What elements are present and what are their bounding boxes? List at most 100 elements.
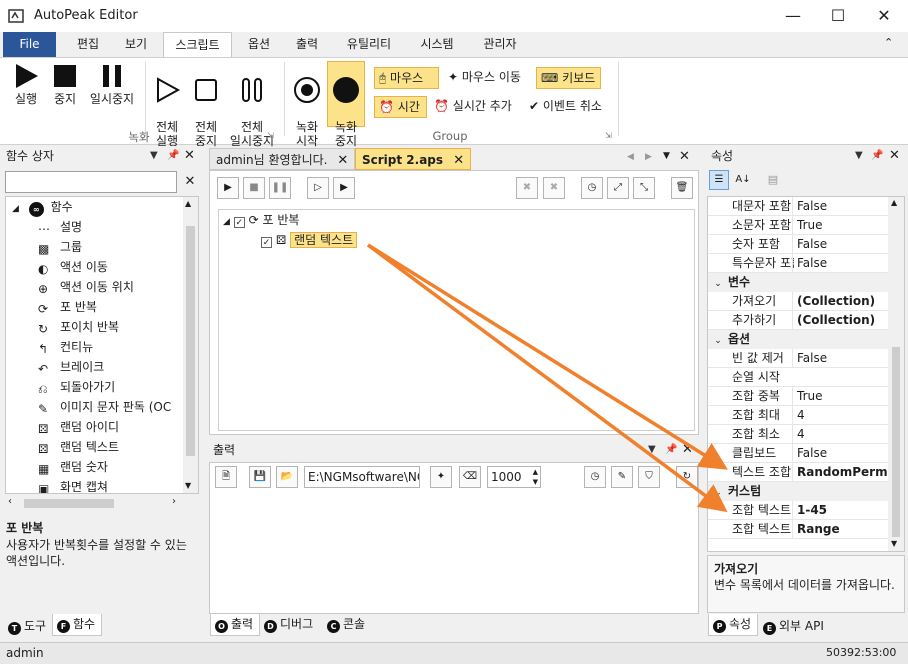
tab-list-icon[interactable]: ▼ (663, 151, 670, 161)
function-item[interactable]: ⚄ 랜덤 아이디 (6, 417, 198, 437)
editor-expand-button[interactable]: ⤢ (607, 177, 629, 199)
minimize-button[interactable]: — (770, 0, 816, 32)
output-refresh-button[interactable]: ↻ (676, 466, 698, 488)
tab-options[interactable]: 옵션 (237, 32, 281, 57)
editor-run-button[interactable]: ▶ (217, 177, 239, 199)
dropdown-icon[interactable]: ▼ (648, 440, 656, 460)
close-icon[interactable]: ✕ (682, 440, 693, 460)
property-value[interactable]: False (792, 235, 890, 254)
tab-edit[interactable]: 편집 (66, 32, 110, 57)
editor-timer-button[interactable]: ◷ (581, 177, 603, 199)
property-row[interactable]: 텍스트 조합RandomPermuta (708, 463, 904, 482)
tab-output-log[interactable]: O 출력 (210, 614, 261, 636)
close-icon[interactable]: ✕ (184, 146, 195, 166)
dropdown-icon[interactable]: ▼ (150, 146, 158, 166)
time-button[interactable]: ⏰ 시간 (374, 96, 427, 118)
function-item[interactable]: ▣ 화면 캡쳐 (6, 477, 198, 493)
close-doc-icon[interactable]: ✕ (679, 149, 690, 164)
scroll-up-icon[interactable]: ▲ (185, 199, 191, 208)
output-path-field[interactable]: E:\NGMsoftware\NG (304, 466, 420, 488)
checkbox-icon[interactable]: ✓ (233, 217, 245, 228)
output-clock-button[interactable]: ◷ (584, 466, 606, 488)
scroll-right-icon[interactable]: › (172, 496, 176, 507)
output-open-button[interactable]: 📂 (276, 466, 298, 488)
mouse-button[interactable]: 🖰 마우스 (374, 67, 439, 89)
property-pages-icon[interactable]: ▤ (763, 170, 783, 190)
tree-hscrollbar[interactable]: ‹ › (6, 496, 183, 511)
pin-icon[interactable]: 📌 (665, 440, 677, 460)
doc-tab-welcome[interactable]: admin님 환영합니다. ✕ (209, 148, 356, 170)
property-value[interactable]: False (792, 254, 890, 273)
stop-button[interactable]: 중지 (47, 62, 83, 106)
expand-icon[interactable]: ◢ (12, 204, 19, 214)
editor-run-from-button[interactable]: ▶ (333, 177, 355, 199)
category-variables[interactable]: ⌄ 변수 (708, 273, 904, 292)
function-item[interactable]: ⎌ 되돌아가기 (6, 377, 198, 397)
function-item[interactable]: ✎ 이미지 문자 판독 (OC (6, 397, 198, 417)
tab-output[interactable]: 출력 (285, 32, 329, 57)
tab-utility[interactable]: 유틸리티 (337, 32, 401, 57)
output-brush-button[interactable]: ✎ (611, 466, 633, 488)
tab-external-api[interactable]: E 외부 API (759, 616, 830, 638)
tree-vscrollbar[interactable]: ▲ ▼ (183, 197, 198, 493)
property-row[interactable]: 빈 값 제거 False (708, 349, 904, 368)
function-search-input[interactable] (5, 171, 177, 193)
property-value[interactable]: (Collection) (792, 292, 890, 311)
pin-icon[interactable]: 📌 (871, 146, 883, 166)
property-row[interactable]: 클립보드 False (708, 444, 904, 463)
tab-admin[interactable]: 관리자 (472, 32, 528, 57)
function-item[interactable]: ⊕ 액션 이동 위치 (6, 277, 198, 297)
property-row[interactable]: 조합 최대 4 (708, 406, 904, 425)
property-value[interactable]: 1-45 (792, 501, 890, 520)
function-item[interactable]: ↶ 브레이크 (6, 357, 198, 377)
mouse-move-button[interactable]: ✦ 마우스 이동 (444, 67, 525, 89)
tab-properties[interactable]: P 속성 (708, 614, 759, 636)
editor-collapse-button[interactable]: ⤡ (633, 177, 655, 199)
function-item[interactable]: ⚄ 랜덤 텍스트 (6, 437, 198, 457)
property-value[interactable]: 4 (792, 425, 890, 444)
category-options[interactable]: ⌄ 옵션 (708, 330, 904, 349)
function-item[interactable]: ◐ 액션 이동 (6, 257, 198, 277)
property-row[interactable]: 조합 최소 4 (708, 425, 904, 444)
tab-console[interactable]: C 콘솔 (323, 614, 371, 636)
function-item[interactable]: ⋯ 설명 (6, 217, 198, 237)
tab-script[interactable]: 스크립트 (163, 32, 232, 57)
output-count-stepper[interactable]: 1000 ▲ ▼ (487, 466, 541, 488)
property-vscrollbar[interactable]: ▲ ▼ (888, 197, 904, 551)
tab-file[interactable]: File (3, 32, 56, 57)
property-row[interactable]: 대문자 포함 False (708, 197, 904, 216)
editor-disable-all-button[interactable]: ✖ (543, 177, 565, 199)
property-row[interactable]: 숫자 포함 False (708, 235, 904, 254)
function-item[interactable]: ▦ 랜덤 숫자 (6, 457, 198, 477)
categorized-icon[interactable]: ☰ (709, 170, 729, 190)
property-value[interactable]: False (792, 349, 890, 368)
property-row[interactable]: 추가하기 (Collection) (708, 311, 904, 330)
scroll-down-icon[interactable]: ▼ (891, 539, 897, 548)
dialog-launcher-icon[interactable]: ⇲ (267, 131, 274, 140)
tab-debug[interactable]: D 디버그 (260, 614, 319, 636)
property-row[interactable]: 특수문자 포함False (708, 254, 904, 273)
stepper-arrows-icon[interactable]: ▲ ▼ (533, 467, 538, 487)
tab-tools[interactable]: T 도구 (4, 616, 52, 638)
tab-functions[interactable]: F 함수 (52, 614, 103, 636)
tab-system[interactable]: 시스템 (409, 32, 465, 57)
property-value[interactable]: True (792, 387, 890, 406)
tab-scroll-left-icon[interactable]: ◀ (627, 152, 634, 162)
function-item[interactable]: ↻ 포이치 반복 (6, 317, 198, 337)
scroll-up-icon[interactable]: ▲ (891, 198, 897, 207)
record-stop-button[interactable]: 녹화 중지 (327, 61, 365, 148)
collapse-ribbon-icon[interactable]: ⌃ (884, 36, 893, 49)
editor-stop-button[interactable]: ■ (243, 177, 265, 199)
output-eraser-button[interactable]: ⌫ (459, 466, 481, 488)
tree-root[interactable]: ◢ ∞ 함수 (6, 197, 198, 217)
dropdown-icon[interactable]: ▼ (855, 146, 863, 166)
tab-scroll-right-icon[interactable]: ▶ (645, 152, 652, 162)
close-icon[interactable]: ✕ (889, 146, 900, 166)
editor-pause-button[interactable]: ❚❚ (269, 177, 291, 199)
script-node-loop[interactable]: ◢ ✓ ⟳ 포 반복 (223, 210, 299, 230)
editor-run-selected-button[interactable]: ▷ (307, 177, 329, 199)
close-tab-icon[interactable]: ✕ (453, 153, 464, 168)
output-save-button[interactable]: 💾 (249, 466, 271, 488)
function-item[interactable]: ▩ 그룹 (6, 237, 198, 257)
collapse-node-icon[interactable]: ◢ (223, 217, 230, 227)
